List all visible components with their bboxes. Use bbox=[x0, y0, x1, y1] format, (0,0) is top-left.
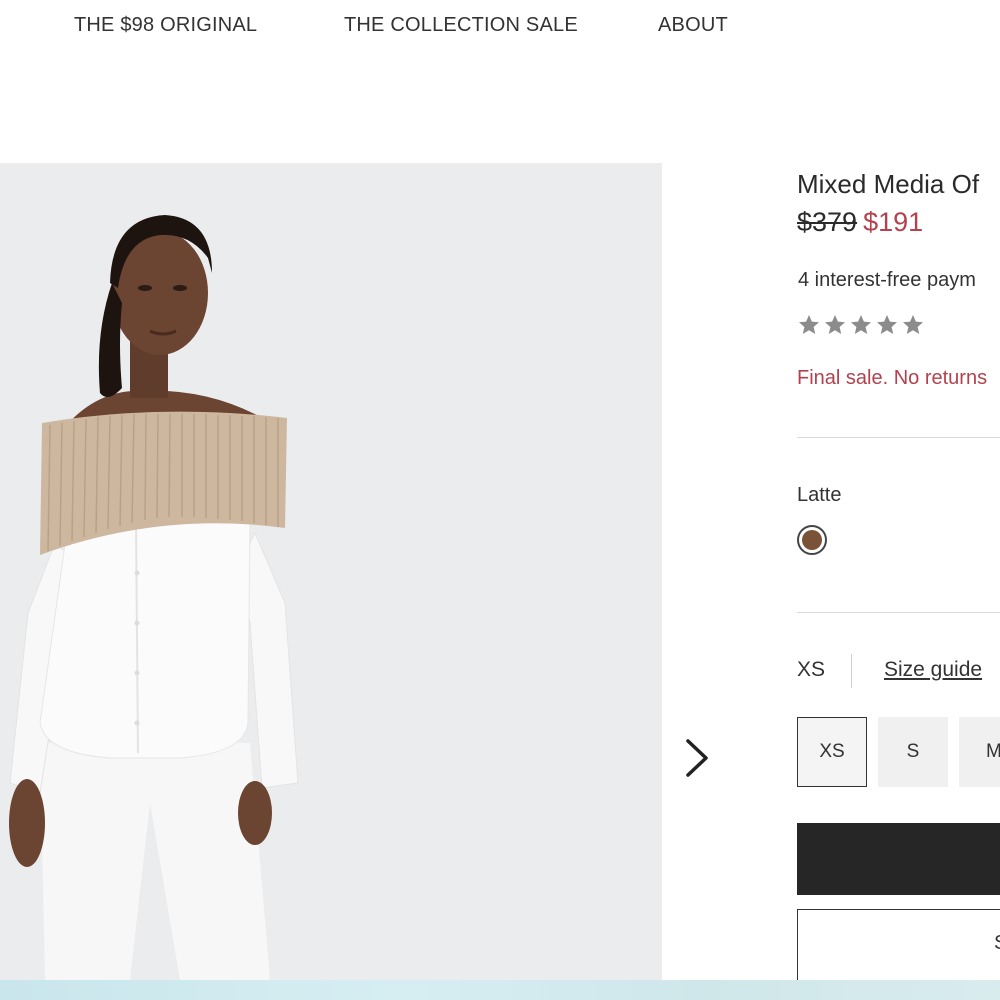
star-icon bbox=[877, 315, 897, 334]
size-option-m[interactable]: M bbox=[959, 717, 1000, 787]
secondary-action-button[interactable]: S bbox=[797, 909, 1000, 980]
sale-price: $191 bbox=[863, 207, 924, 237]
star-icon bbox=[903, 315, 923, 334]
installments-text: 4 interest-free paym bbox=[798, 269, 976, 291]
model-photo bbox=[0, 163, 662, 980]
top-navigation: THE $98 ORIGINAL THE COLLECTION SALE ABO… bbox=[0, 0, 1000, 60]
add-to-bag-button[interactable] bbox=[797, 823, 1000, 895]
size-separator bbox=[851, 654, 852, 688]
size-option-s[interactable]: S bbox=[878, 717, 948, 787]
original-price: $379 bbox=[797, 207, 858, 237]
divider bbox=[797, 612, 1000, 613]
nav-item-98-original[interactable]: THE $98 ORIGINAL bbox=[74, 14, 257, 37]
nav-item-collection-sale[interactable]: THE COLLECTION SALE bbox=[344, 14, 578, 37]
product-info-panel: Mixed Media Of $379 $191 4 interest-free … bbox=[797, 163, 1000, 980]
product-title: Mixed Media Of bbox=[797, 169, 980, 199]
size-guide-link[interactable]: Size guide bbox=[884, 658, 982, 682]
size-option-xs[interactable]: XS bbox=[797, 717, 867, 787]
product-image bbox=[0, 163, 662, 980]
secondary-button-label: S bbox=[994, 932, 1000, 955]
swatch-fill bbox=[802, 530, 822, 550]
chevron-right-icon[interactable] bbox=[680, 735, 714, 781]
taskbar-strip bbox=[0, 980, 1000, 1000]
rating-stars[interactable] bbox=[797, 313, 925, 337]
star-icon bbox=[825, 315, 845, 334]
divider bbox=[797, 437, 1000, 438]
selected-size-label: XS bbox=[797, 658, 826, 681]
price-row: $379 $191 bbox=[797, 207, 923, 238]
product-page: THE $98 ORIGINAL THE COLLECTION SALE ABO… bbox=[0, 0, 1000, 1000]
color-swatch-latte[interactable] bbox=[797, 525, 827, 555]
color-label: Latte bbox=[797, 484, 842, 506]
final-sale-notice: Final sale. No returns bbox=[797, 367, 988, 389]
star-icon bbox=[851, 315, 871, 334]
nav-item-about[interactable]: ABOUT bbox=[658, 14, 728, 37]
star-icon bbox=[799, 315, 819, 334]
